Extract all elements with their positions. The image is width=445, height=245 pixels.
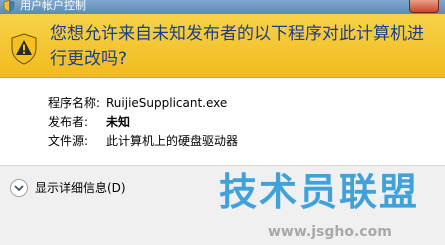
uac-shield-icon: [3, 0, 15, 14]
program-name-value: RuijieSupplicant.exe: [106, 96, 228, 110]
warning-shield-icon: [10, 33, 38, 69]
program-name-row: 程序名称: RuijieSupplicant.exe: [48, 94, 238, 113]
program-name-label: 程序名称:: [48, 96, 101, 110]
chevron-down-icon: [10, 179, 28, 197]
publisher-row: 发布者: 未知: [48, 113, 238, 132]
warning-banner: 您想允许来自未知发布者的以下程序对此计算机进行更改吗?: [0, 14, 445, 78]
file-source-row: 文件源: 此计算机上的硬盘驱动器: [48, 132, 238, 151]
banner-message: 您想允许来自未知发布者的以下程序对此计算机进行更改吗?: [50, 24, 424, 69]
program-details: 程序名称: RuijieSupplicant.exe 发布者: 未知 文件源: 此计算…: [48, 94, 238, 151]
close-button[interactable]: [409, 0, 439, 13]
file-source-value: 此计算机上的硬盘驱动器: [106, 134, 239, 148]
show-details-label: 显示详细信息(D): [35, 181, 126, 195]
publisher-value: 未知: [106, 115, 131, 129]
watermark-url: www.jsgho.com: [268, 224, 392, 240]
file-source-label: 文件源:: [48, 134, 89, 148]
publisher-label: 发布者:: [48, 115, 89, 129]
watermark-brand: 技术员联盟: [219, 170, 420, 214]
window-title: 用户帐户控制: [20, 0, 86, 12]
show-details-toggle[interactable]: 显示详细信息(D): [10, 178, 126, 198]
title-bar: 用户帐户控制: [0, 0, 445, 14]
